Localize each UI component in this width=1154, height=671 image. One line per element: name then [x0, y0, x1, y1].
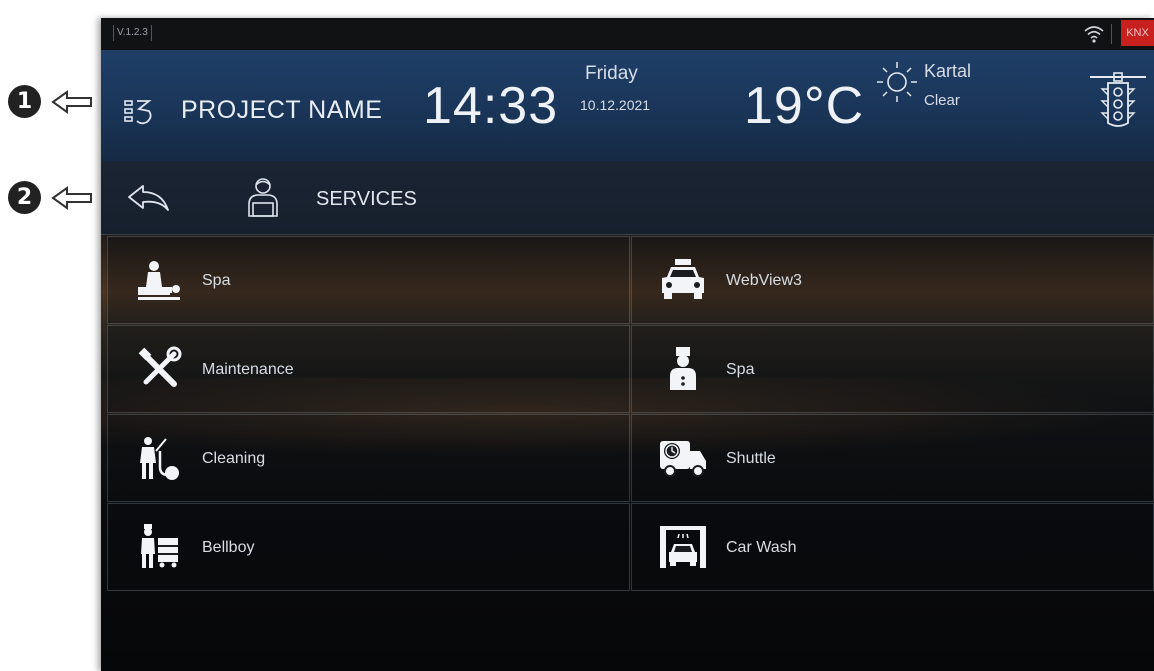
car-wash-icon [660, 526, 706, 568]
back-icon[interactable] [126, 183, 172, 218]
weather-city: Kartal [924, 61, 972, 81]
service-tile[interactable]: Bellboy [107, 503, 630, 591]
bellman-icon [670, 347, 696, 390]
date-label: 10.12.2021 [580, 97, 651, 113]
callout-number: 1 [8, 85, 41, 118]
arrow-left-icon [51, 185, 92, 210]
service-label: WebView3 [726, 272, 802, 289]
status-bar: V.1.2.3 KNX [101, 18, 1154, 50]
service-tile[interactable]: Spa [107, 236, 630, 324]
service-label: Maintenance [202, 361, 294, 378]
temperature: 19°C [744, 77, 865, 135]
header-bar: PROJECT NAME 14:33 Friday 10.12.2021 19°… [101, 50, 1154, 161]
tools-icon [138, 346, 182, 387]
project-menu-icon[interactable] [123, 97, 157, 132]
section-header: SERVICES [101, 161, 1154, 235]
device-screen: V.1.2.3 KNX PROJECT NAME 14:33 Friday 10… [101, 18, 1154, 671]
shuttle-icon [660, 441, 706, 477]
section-title: SERVICES [316, 188, 417, 210]
knx-badge[interactable]: KNX [1121, 20, 1154, 46]
version-label: V.1.2.3 [113, 25, 152, 41]
cleaning-icon [140, 437, 179, 480]
service-tile[interactable]: Maintenance [107, 325, 630, 413]
services-person-icon [241, 176, 285, 225]
weather-condition: Clear [924, 92, 960, 109]
service-label: Shuttle [726, 450, 776, 467]
arrow-left-icon [51, 89, 92, 114]
taxi-icon [662, 259, 704, 299]
callout-2: 2 [8, 181, 95, 214]
service-label: Spa [202, 272, 231, 289]
bellboy-icon [141, 524, 178, 568]
clock-time: 14:33 [423, 77, 559, 135]
service-label: Cleaning [202, 450, 266, 467]
day-name: Friday [585, 63, 638, 84]
callout-number: 2 [8, 181, 41, 214]
callout-1: 1 [8, 85, 95, 118]
service-tile[interactable]: Shuttle [631, 414, 1154, 502]
service-tile[interactable]: Car Wash [631, 503, 1154, 591]
massage-icon [138, 261, 180, 300]
project-name: PROJECT NAME [181, 96, 383, 124]
sun-icon [871, 58, 923, 115]
service-label: Spa [726, 361, 755, 378]
service-tile[interactable]: Spa [631, 325, 1154, 413]
service-label: Bellboy [202, 539, 255, 556]
traffic-light-icon[interactable] [1088, 71, 1148, 138]
services-grid: Spa WebView3 Maintenance Spa Cleaning Sh… [107, 236, 1154, 591]
service-tile[interactable]: WebView3 [631, 236, 1154, 324]
service-label: Car Wash [726, 539, 797, 556]
wifi-icon [1083, 24, 1112, 44]
service-tile[interactable]: Cleaning [107, 414, 630, 502]
